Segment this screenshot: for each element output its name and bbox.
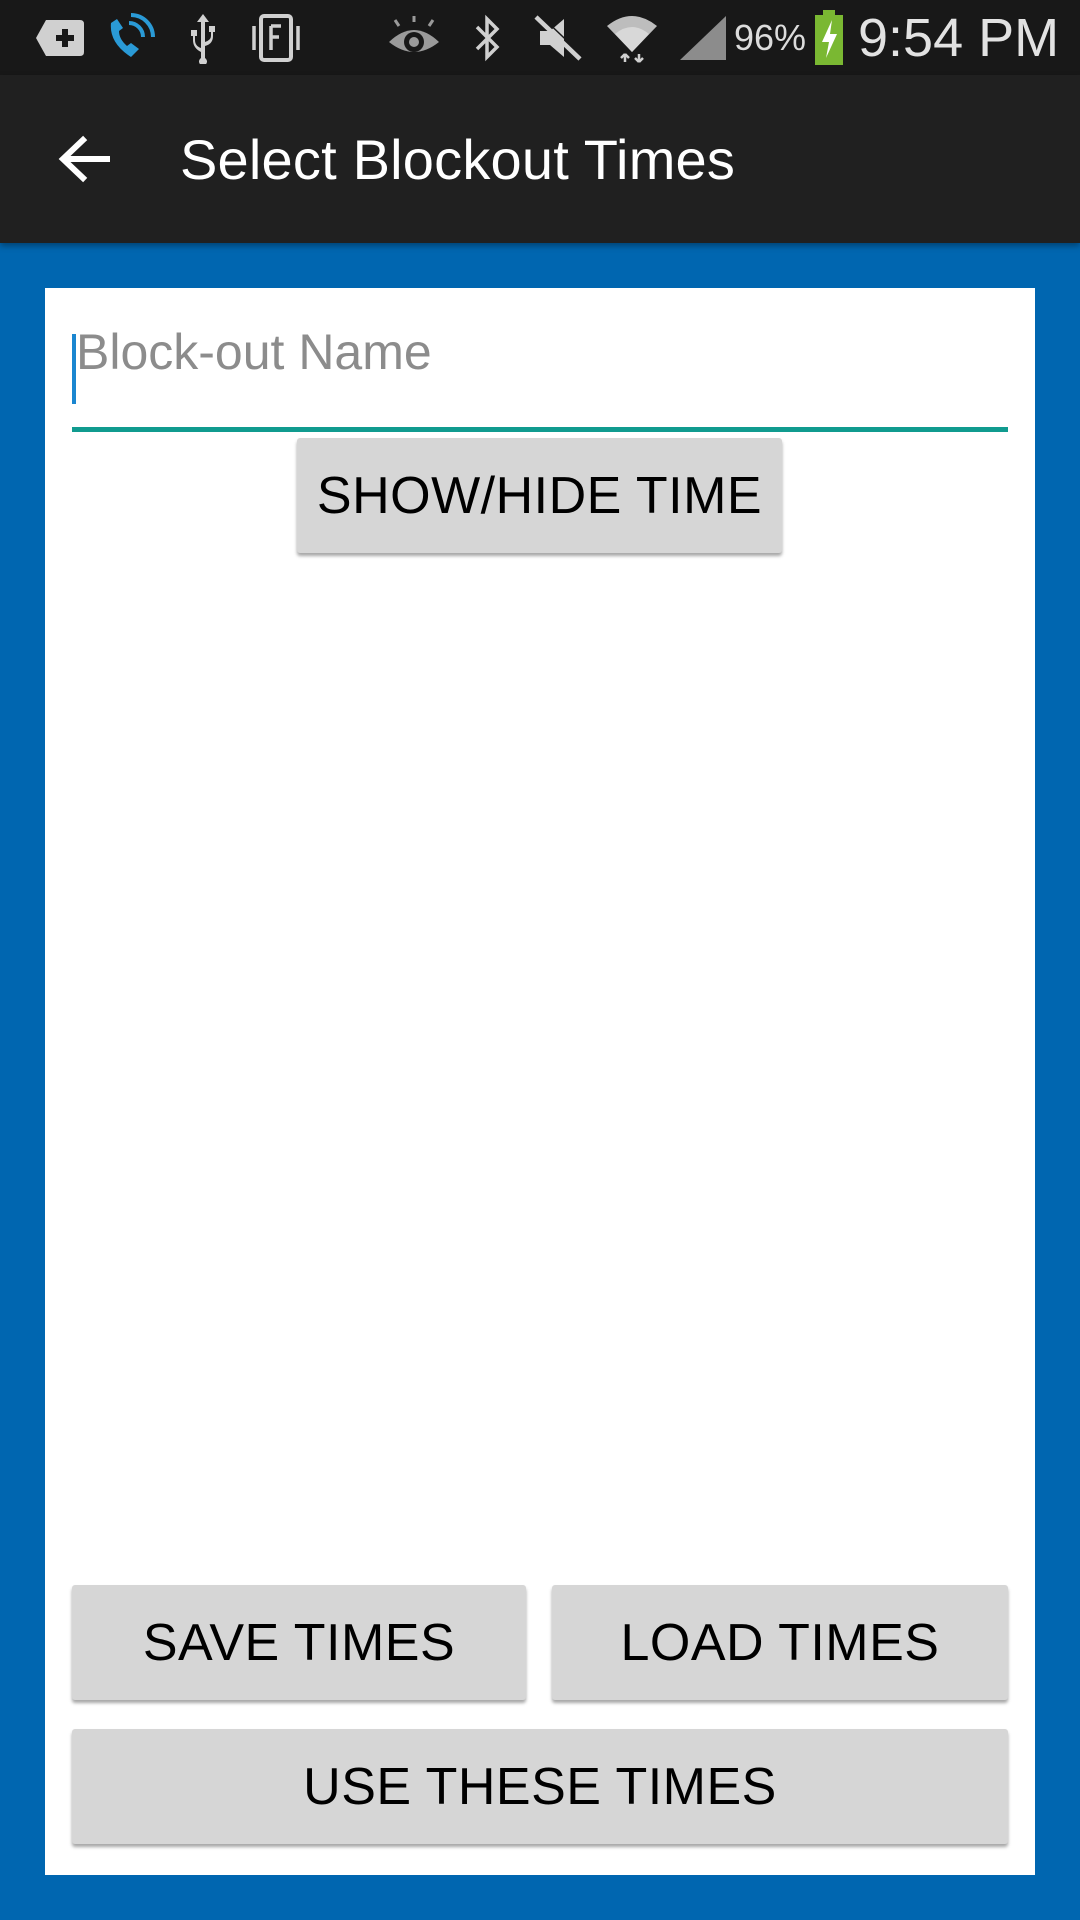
back-button[interactable] [40, 125, 128, 193]
wifi-call-icon [102, 0, 158, 75]
bluetooth-icon [466, 0, 510, 75]
battery-charging-icon [812, 0, 846, 75]
usb-icon [180, 0, 226, 75]
text-cursor [72, 334, 76, 404]
show-hide-time-button[interactable]: SHOW/HIDE TIME [297, 438, 782, 553]
blockout-form-card: SHOW/HIDE TIME SAVE TIMES LOAD TIMES USE… [45, 288, 1035, 1875]
status-bar: 96% 9:54 PM [0, 0, 1080, 75]
time-grid-area [72, 578, 1008, 1558]
blockout-name-input[interactable] [72, 308, 1008, 396]
arrow-back-icon [57, 134, 111, 184]
eye-icon [384, 0, 444, 75]
clock: 9:54 PM [858, 7, 1060, 68]
input-underline [72, 427, 1008, 432]
wifi-icon [602, 0, 662, 75]
page-title: Select Blockout Times [180, 127, 736, 191]
app-toolbar: Select Blockout Times [0, 75, 1080, 243]
mute-icon [530, 0, 586, 75]
blockout-name-field [72, 308, 1008, 432]
signal-icon [676, 0, 730, 75]
plus-box-icon [32, 0, 88, 75]
save-times-button[interactable]: SAVE TIMES [72, 1585, 526, 1700]
use-these-times-button[interactable]: USE THESE TIMES [72, 1729, 1008, 1844]
vibrate-f-icon [248, 0, 304, 75]
battery-percent: 96% [734, 16, 807, 58]
load-times-button[interactable]: LOAD TIMES [552, 1585, 1008, 1700]
